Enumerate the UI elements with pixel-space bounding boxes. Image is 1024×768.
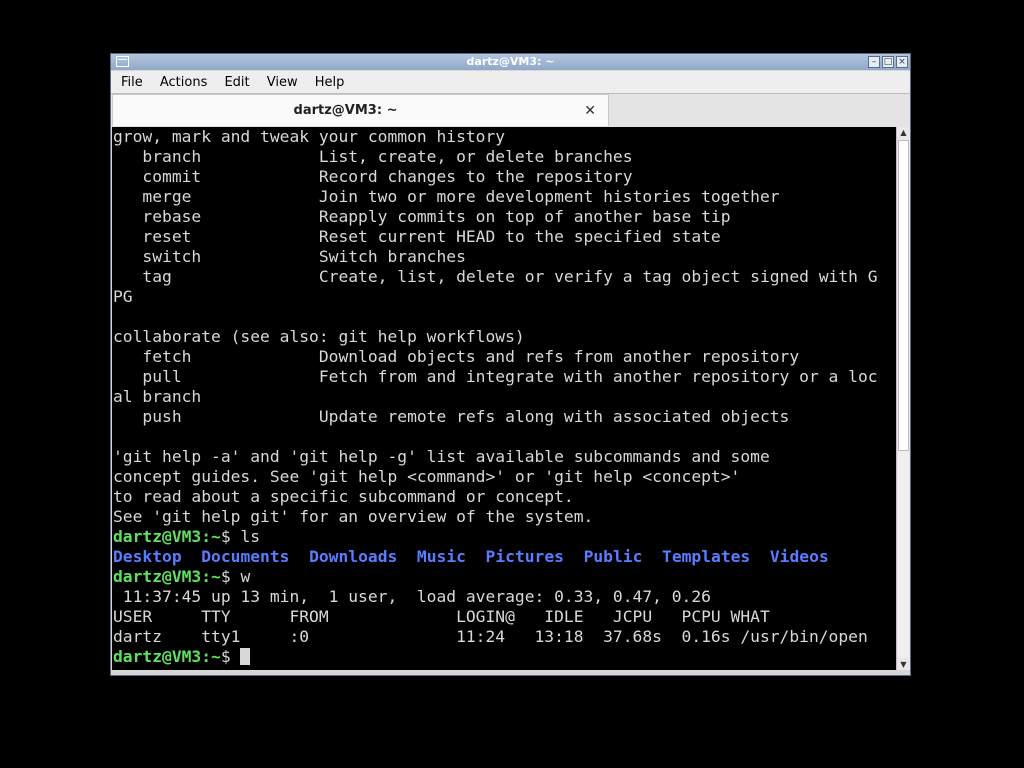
directory-name: Templates — [662, 547, 751, 566]
output-line: commit Record changes to the repository — [113, 167, 896, 187]
output-line: PG — [113, 287, 896, 307]
output-text: rebase Reapply commits on top of another… — [113, 207, 731, 226]
output-line: rebase Reapply commits on top of another… — [113, 207, 896, 227]
output-line: concept guides. See 'git help <command>'… — [113, 467, 896, 487]
output-line: 'git help -a' and 'git help -g' list ava… — [113, 447, 896, 467]
prompt-line: dartz@VM3:~$ ls — [113, 527, 896, 547]
output-text: to read about a specific subcommand or c… — [113, 487, 574, 506]
output-text: tag Create, list, delete or verify a tag… — [113, 267, 878, 286]
title-bar[interactable]: dartz@VM3: ~ – □ × — [111, 54, 910, 70]
output-line: to read about a specific subcommand or c… — [113, 487, 896, 507]
prompt-user-host: dartz@VM3:~ — [113, 567, 221, 586]
menu-help[interactable]: Help — [315, 72, 345, 94]
maximize-button[interactable]: □ — [882, 56, 894, 68]
w-output-line: USER TTY FROM LOGIN@ IDLE JCPU PCPU WHAT — [113, 607, 896, 627]
output-line: reset Reset current HEAD to the specifie… — [113, 227, 896, 247]
menu-edit[interactable]: Edit — [224, 72, 249, 94]
separator — [564, 547, 584, 566]
terminal-text: grow, mark and tweak your common history… — [112, 127, 896, 667]
prompt-line: dartz@VM3:~$ w — [113, 567, 896, 587]
separator — [397, 547, 417, 566]
output-line: See 'git help git' for an overview of th… — [113, 507, 896, 527]
prompt-user-host: dartz@VM3:~ — [113, 527, 221, 546]
window-bottom-border — [111, 670, 910, 675]
output-line: fetch Download objects and refs from ano… — [113, 347, 896, 367]
output-text: branch List, create, or delete branches — [113, 147, 633, 166]
separator — [466, 547, 486, 566]
w-output-text: 11:37:45 up 13 min, 1 user, load average… — [113, 587, 711, 606]
directory-name: Documents — [201, 547, 290, 566]
separator — [642, 547, 662, 566]
output-text: 'git help -a' and 'git help -g' list ava… — [113, 447, 770, 466]
menu-view[interactable]: View — [267, 72, 298, 94]
output-text: push Update remote refs along with assoc… — [113, 407, 790, 426]
directory-name: Music — [416, 547, 466, 566]
output-text: See 'git help git' for an overview of th… — [113, 507, 594, 526]
directory-name: Pictures — [485, 547, 564, 566]
output-line: branch List, create, or delete branches — [113, 147, 896, 167]
output-line: tag Create, list, delete or verify a tag… — [113, 267, 896, 287]
output-text: commit Record changes to the repository — [113, 167, 633, 186]
close-tab-icon[interactable]: ✕ — [584, 95, 596, 127]
terminal-output[interactable]: grow, mark and tweak your common history… — [112, 127, 896, 671]
output-line: al branch — [113, 387, 896, 407]
directory-name: Videos — [769, 547, 829, 566]
directory-name: Public — [583, 547, 643, 566]
prompt-symbol: $ — [220, 647, 231, 666]
command-text: w — [230, 567, 251, 586]
output-line: merge Join two or more development histo… — [113, 187, 896, 207]
tab-title: dartz@VM3: ~ — [293, 103, 398, 118]
tab-bar: dartz@VM3: ~ ✕ — [111, 93, 910, 127]
output-text: grow, mark and tweak your common history — [113, 127, 506, 146]
output-text: merge Join two or more development histo… — [113, 187, 780, 206]
prompt-user-host: dartz@VM3:~ — [113, 647, 221, 666]
w-output-text: dartz tty1 :0 11:24 13:18 37.68s 0.16s /… — [113, 627, 868, 646]
directory-name: Downloads — [309, 547, 398, 566]
output-line: switch Switch branches — [113, 247, 896, 267]
separator — [289, 547, 309, 566]
output-text: reset Reset current HEAD to the specifie… — [113, 227, 721, 246]
active-prompt-line: dartz@VM3:~$ — [113, 647, 896, 667]
terminal-window: dartz@VM3: ~ – □ × File Actions Edit Vie… — [110, 53, 911, 676]
w-output-line: dartz tty1 :0 11:24 13:18 37.68s 0.16s /… — [113, 627, 896, 647]
text-cursor — [240, 648, 251, 665]
output-text: al branch — [113, 387, 202, 406]
separator — [750, 547, 770, 566]
scroll-up-icon[interactable]: ▲ — [897, 127, 910, 139]
output-line: collaborate (see also: git help workflow… — [113, 327, 896, 347]
output-text: collaborate (see also: git help workflow… — [113, 327, 525, 346]
window-title: dartz@VM3: ~ — [466, 55, 555, 68]
tab-terminal[interactable]: dartz@VM3: ~ ✕ — [112, 94, 609, 126]
w-output-line: 11:37:45 up 13 min, 1 user, load average… — [113, 587, 896, 607]
output-line: push Update remote refs along with assoc… — [113, 407, 896, 427]
menu-bar: File Actions Edit View Help — [111, 71, 910, 93]
output-line: grow, mark and tweak your common history — [113, 127, 896, 147]
directory-name: Desktop — [113, 547, 182, 566]
output-text: switch Switch branches — [113, 247, 466, 266]
minimize-button[interactable]: – — [868, 56, 880, 68]
output-text: fetch Download objects and refs from ano… — [113, 347, 800, 366]
prompt-symbol: $ — [220, 567, 231, 586]
prompt-symbol: $ — [220, 527, 231, 546]
output-text: PG — [113, 287, 133, 306]
output-text: concept guides. See 'git help <command>'… — [113, 467, 741, 486]
scroll-thumb[interactable] — [898, 140, 909, 451]
command-text: ls — [230, 527, 261, 546]
ls-output-line: Desktop Documents Downloads Music Pictur… — [113, 547, 896, 567]
output-line: pull Fetch from and integrate with anoth… — [113, 367, 896, 387]
scroll-track[interactable] — [898, 140, 909, 658]
menu-actions[interactable]: Actions — [160, 72, 208, 94]
close-button[interactable]: × — [896, 56, 908, 68]
menu-file[interactable]: File — [121, 72, 143, 94]
vertical-scrollbar[interactable]: ▲ ▼ — [896, 127, 910, 671]
w-output-text: USER TTY FROM LOGIN@ IDLE JCPU PCPU WHAT — [113, 607, 770, 626]
separator — [182, 547, 202, 566]
output-text: pull Fetch from and integrate with anoth… — [113, 367, 878, 386]
